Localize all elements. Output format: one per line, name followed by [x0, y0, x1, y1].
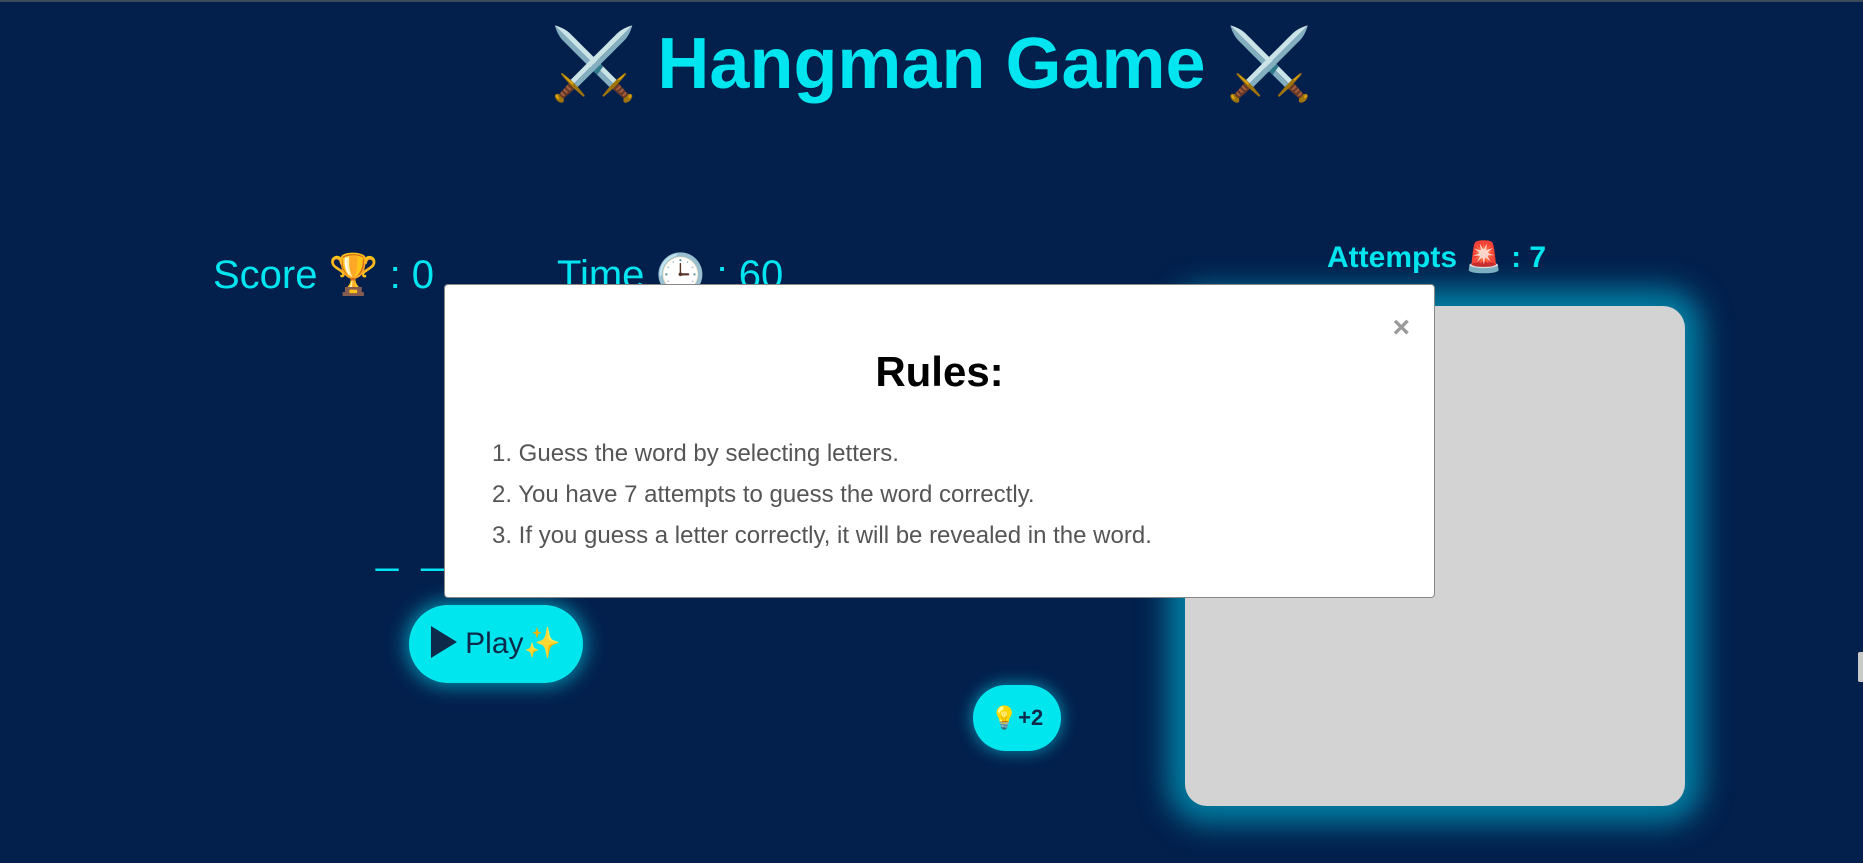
play-label: Play — [465, 627, 524, 660]
crossed-swords-icon: ⚔️ — [550, 25, 638, 103]
play-icon — [431, 626, 458, 658]
rules-heading: Rules: — [875, 348, 1004, 395]
hint-button[interactable]: 💡+2 — [973, 685, 1061, 751]
trophy-icon: 🏆 — [328, 253, 379, 297]
play-button[interactable]: Play✨ — [409, 605, 583, 683]
crossed-swords-icon: ⚔️ — [1225, 25, 1313, 103]
top-border — [0, 0, 1863, 2]
lightbulb-icon: 💡 — [990, 705, 1019, 730]
rule-item: 2. You have 7 attempts to guess the word… — [492, 481, 1035, 508]
page-title: ⚔️ Hangman Game ⚔️ — [0, 18, 1863, 110]
rule-item: 3. If you guess a letter correctly, it w… — [492, 522, 1152, 549]
rules-modal: × Rules: 1. Guess the word by selecting … — [444, 284, 1435, 598]
score-value: : 0 — [389, 253, 435, 297]
sparkles-icon: ✨ — [523, 627, 561, 660]
siren-icon: 🚨 — [1465, 241, 1503, 274]
rules-list: 1. Guess the word by selecting letters. … — [492, 433, 1152, 556]
rule-item: 1. Guess the word by selecting letters. — [492, 440, 899, 467]
attempts-display: Attempts 🚨 : 7 — [1327, 238, 1546, 278]
close-icon[interactable]: × — [1392, 313, 1410, 343]
score-label: Score — [213, 253, 318, 297]
hint-label: +2 — [1018, 705, 1044, 730]
score-display: Score 🏆 : 0 — [213, 250, 434, 300]
scrollbar-handle[interactable] — [1858, 652, 1863, 682]
attempts-label: Attempts — [1327, 241, 1458, 274]
word-placeholder: _ _ — [376, 528, 450, 572]
attempts-value: : 7 — [1511, 241, 1547, 274]
title-text: Hangman Game — [657, 24, 1206, 104]
